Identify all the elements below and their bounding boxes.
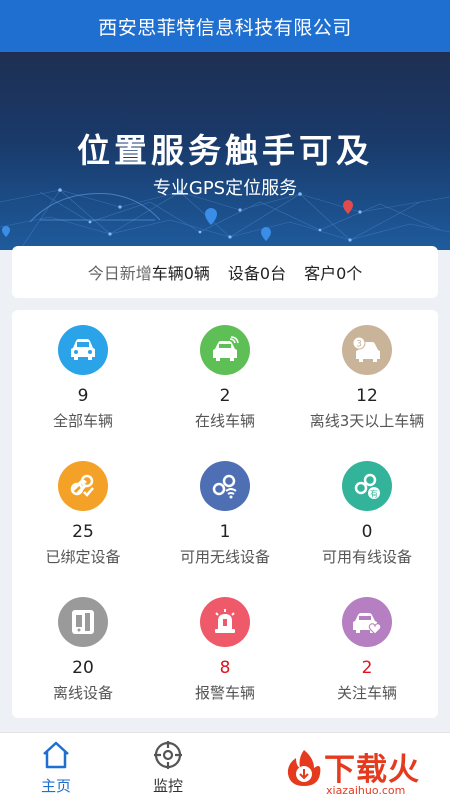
- download-flame-icon: [287, 750, 321, 786]
- stat-favorite-vehicles[interactable]: 2 关注车辆: [296, 582, 438, 718]
- svg-text:3: 3: [356, 340, 362, 350]
- banner-subtitle: 专业GPS定位服务: [152, 178, 298, 199]
- home-icon: [43, 741, 69, 769]
- stat-label: 在线车辆: [194, 412, 255, 430]
- online-car-icon: [200, 325, 250, 375]
- stat-value: 1: [219, 522, 231, 542]
- stat-wired-devices[interactable]: 有 0 可用有线设备: [296, 446, 438, 582]
- favorite-car-icon: [342, 597, 392, 647]
- stat-label: 全部车辆: [52, 412, 113, 430]
- alarm-icon: [200, 597, 250, 647]
- stat-bound-devices[interactable]: 25 已绑定设备: [12, 446, 154, 582]
- stat-all-vehicles[interactable]: 9 全部车辆: [12, 310, 154, 446]
- stat-wireless-devices[interactable]: 1 可用无线设备: [154, 446, 296, 582]
- stat-alarm-vehicles[interactable]: 8 报警车辆: [154, 582, 296, 718]
- wired-device-icon: 有: [342, 461, 392, 511]
- watermark-logo: 下载火 xiazaihuo.com: [282, 742, 450, 800]
- stat-online-vehicles[interactable]: 2 在线车辆: [154, 310, 296, 446]
- watermark-text: 下载火: [324, 752, 420, 788]
- stat-value: 25: [72, 522, 94, 542]
- wireless-device-icon: [200, 461, 250, 511]
- stat-value: 8: [219, 658, 231, 678]
- offline-device-icon: [58, 597, 108, 647]
- stats-grid: 9 全部车辆 2 在线车辆 3 12 离线3天以上车辆 25 已绑定设备 1 可…: [12, 310, 438, 718]
- banner: 位置服务触手可及 专业GPS定位服务: [0, 52, 450, 250]
- stat-value: 0: [361, 522, 373, 542]
- monitor-icon: [154, 741, 182, 769]
- tab-home-label: 主页: [40, 777, 71, 795]
- today-devices: 设备0台: [227, 264, 287, 283]
- stat-value: 2: [219, 386, 231, 406]
- stat-value: 20: [72, 658, 94, 678]
- stat-value: 12: [356, 386, 378, 406]
- svg-text:有: 有: [370, 489, 378, 499]
- stat-value: 9: [77, 386, 89, 406]
- tab-monitor-label: 监控: [152, 777, 183, 795]
- tab-home[interactable]: 主页: [0, 733, 112, 800]
- stat-label: 关注车辆: [336, 684, 397, 702]
- stat-label: 离线设备: [52, 684, 113, 702]
- stat-label: 已绑定设备: [45, 548, 121, 566]
- today-summary: 今日新增 车辆0辆 设备0台 客户0个: [12, 246, 438, 298]
- bound-device-icon: [58, 461, 108, 511]
- page-title: 西安思菲特信息科技有限公司: [98, 16, 352, 39]
- today-customers: 客户0个: [304, 264, 363, 283]
- tab-monitor[interactable]: 监控: [112, 733, 224, 800]
- stat-label: 可用有线设备: [321, 548, 412, 566]
- offline-car-icon: 3: [342, 325, 392, 375]
- today-vehicles: 车辆0辆: [151, 264, 210, 283]
- car-icon: [58, 325, 108, 375]
- stat-label: 报警车辆: [194, 684, 255, 702]
- stat-label: 离线3天以上车辆: [309, 412, 425, 430]
- stat-offline-devices[interactable]: 20 离线设备: [12, 582, 154, 718]
- stat-value: 2: [361, 658, 373, 678]
- app-header: 西安思菲特信息科技有限公司: [0, 0, 450, 52]
- watermark-url: xiazaihuo.com: [326, 784, 406, 797]
- banner-title: 位置服务触手可及: [77, 131, 373, 170]
- today-label: 今日新增: [87, 264, 152, 283]
- stat-label: 可用无线设备: [179, 548, 270, 566]
- stat-offline-3days-vehicles[interactable]: 3 12 离线3天以上车辆: [296, 310, 438, 446]
